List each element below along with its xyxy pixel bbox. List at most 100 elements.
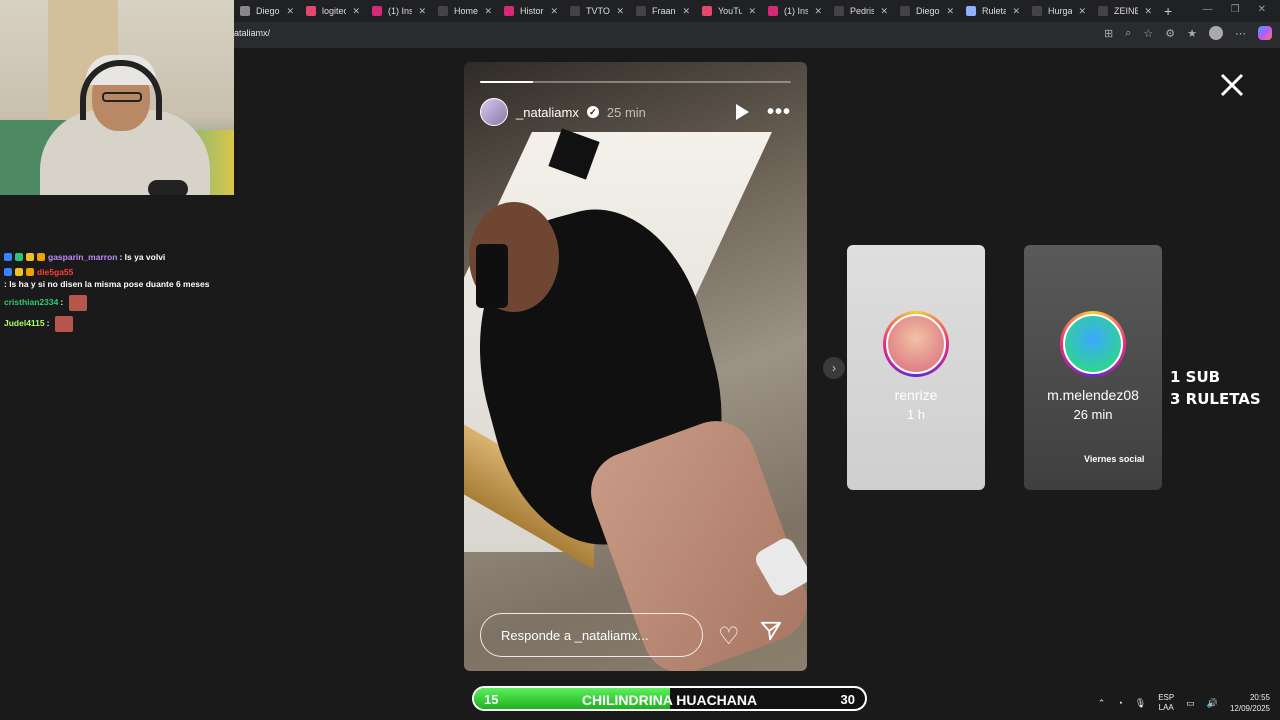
browser-tab[interactable]: TVTOP ✕: [564, 0, 630, 22]
minimize-icon[interactable]: —: [1203, 4, 1213, 15]
chat-username[interactable]: die5ga55: [37, 267, 73, 277]
verified-badge-icon: ✓: [586, 106, 599, 118]
browser-tab[interactable]: YouTub ✕: [696, 0, 762, 22]
close-story-icon[interactable]: [1219, 72, 1245, 98]
browser-tab[interactable]: Ruleta ✕: [960, 0, 1026, 22]
chat-badge-icon: [26, 253, 34, 262]
chat-message: die5ga55 : ls ha y si no disen la misma p…: [4, 267, 234, 289]
close-tab-icon[interactable]: ✕: [880, 6, 888, 17]
chat-emote-icon: [55, 315, 74, 332]
chat-username[interactable]: gasparin_marron: [48, 252, 117, 262]
browser-tab[interactable]: logitec ✕: [300, 0, 366, 22]
like-heart-icon[interactable]: ♡: [718, 622, 740, 651]
maximize-icon[interactable]: ❐: [1231, 4, 1240, 15]
more-options-icon[interactable]: •••: [767, 102, 791, 122]
tab-favicon-icon: [702, 6, 712, 16]
tab-favicon-icon: [570, 6, 580, 16]
promo-line-1: 1 SUB: [1170, 368, 1221, 386]
clock[interactable]: 20:55 12/09/2025: [1230, 692, 1270, 714]
tab-label: Hurgan: [1048, 6, 1073, 16]
microphone: [148, 180, 188, 195]
browser-tab[interactable]: Fraanc ✕: [630, 0, 696, 22]
zoom-icon[interactable]: ⌕: [1125, 27, 1131, 40]
preview-time: 1 h: [906, 407, 926, 422]
chat-text: : ls ya volvi: [119, 252, 166, 262]
reply-input[interactable]: Responde a _nataliamx...: [480, 613, 703, 657]
extensions-icon[interactable]: ⚙: [1165, 27, 1175, 40]
story-viewer[interactable]: _nataliamx ✓ 25 min ••• Responde a _nata…: [464, 62, 807, 671]
chat-badge-icon: [4, 268, 12, 277]
tab-label: logitec: [322, 6, 347, 16]
close-tab-icon[interactable]: ✕: [814, 6, 822, 17]
story-preview-renrize[interactable]: renrize 1 h: [847, 245, 985, 490]
copilot-icon[interactable]: [1258, 26, 1272, 40]
chat-text: : ls ha y si no disen la misma pose duan…: [4, 279, 210, 290]
next-story-arrow[interactable]: ›: [823, 357, 845, 379]
chat-username[interactable]: Judel4115: [4, 318, 45, 328]
close-tab-icon[interactable]: ✕: [286, 6, 294, 17]
tab-favicon-icon: [240, 6, 250, 16]
browser-tab[interactable]: Hurgan ✕: [1026, 0, 1092, 22]
close-tab-icon[interactable]: ✕: [418, 6, 426, 17]
story-avatar[interactable]: [480, 98, 508, 126]
close-window-icon[interactable]: ✕: [1258, 4, 1266, 15]
chat-username[interactable]: cristhian2334: [4, 297, 58, 307]
system-tray: ⌃ ◔ 🎙 ESP LAA ▭ 🔊 20:55 12/09/2025: [1098, 692, 1270, 714]
sub-goal-bar: 15 CHILINDRINA HUACHANA 30: [472, 686, 867, 711]
volume-icon[interactable]: 🔊: [1207, 698, 1218, 709]
wifi-icon[interactable]: ◔: [1117, 698, 1122, 708]
goal-title: CHILINDRINA HUACHANA: [581, 692, 758, 708]
favorite-star-icon[interactable]: ☆: [1143, 27, 1153, 40]
chat-text: :: [60, 297, 64, 308]
browser-tab[interactable]: (1) Inst ✕: [762, 0, 828, 22]
close-tab-icon[interactable]: ✕: [550, 6, 558, 17]
tab-favicon-icon: [966, 6, 976, 16]
story-username[interactable]: _nataliamx: [516, 105, 579, 120]
story-preview-avatar: [1060, 311, 1126, 377]
browser-tab[interactable]: ZEINE ✕: [1092, 0, 1158, 22]
close-tab-icon[interactable]: ✕: [352, 6, 360, 17]
page-scrollbar[interactable]: [1270, 48, 1280, 688]
story-preview-melendez[interactable]: m.melendez08 26 min Viernes social: [1024, 245, 1162, 490]
chat-message: cristhian2334:: [4, 294, 234, 311]
goal-target: 30: [840, 692, 855, 707]
close-tab-icon[interactable]: ✕: [616, 6, 624, 17]
tab-favicon-icon: [900, 6, 910, 16]
close-tab-icon[interactable]: ✕: [1012, 6, 1020, 17]
play-icon[interactable]: [735, 104, 749, 120]
language-indicator[interactable]: ESP LAA: [1158, 693, 1174, 713]
browser-tab[interactable]: Historia ✕: [498, 0, 564, 22]
tab-favicon-icon: [438, 6, 448, 16]
display-icon[interactable]: ▭: [1186, 698, 1195, 709]
chat-badge-icon: [4, 253, 12, 262]
close-tab-icon[interactable]: ✕: [946, 6, 954, 17]
tab-label: (1) Inst: [388, 6, 413, 16]
story-progress-bar: [480, 81, 791, 83]
tab-favicon-icon: [834, 6, 844, 16]
tab-favicon-icon: [1032, 6, 1042, 16]
tab-favicon-icon: [306, 6, 316, 16]
mic-icon[interactable]: 🎙: [1135, 698, 1146, 709]
send-icon[interactable]: [760, 620, 782, 642]
new-tab-button[interactable]: +: [1164, 3, 1172, 19]
close-tab-icon[interactable]: ✕: [484, 6, 492, 17]
browser-tab[interactable]: Diego ✕: [234, 0, 300, 22]
favorites-icon[interactable]: ★: [1187, 27, 1197, 40]
browser-tab[interactable]: (1) Inst ✕: [366, 0, 432, 22]
chevron-up-icon[interactable]: ⌃: [1098, 698, 1106, 709]
close-tab-icon[interactable]: ✕: [682, 6, 690, 17]
browser-tab[interactable]: Pedriss ✕: [828, 0, 894, 22]
close-tab-icon[interactable]: ✕: [1078, 6, 1086, 17]
tab-label: Historia: [520, 6, 544, 16]
url-field[interactable]: ataliamx/: [234, 28, 270, 38]
close-tab-icon[interactable]: ✕: [748, 6, 756, 17]
tab-favicon-icon: [636, 6, 646, 16]
browser-tab[interactable]: Diego ✕: [894, 0, 960, 22]
stream-chat: gasparin_marron: ls ya volvi die5ga55 : ls…: [4, 252, 234, 337]
profile-avatar[interactable]: [1209, 26, 1223, 40]
apps-icon[interactable]: ⊞: [1104, 27, 1113, 40]
close-tab-icon[interactable]: ✕: [1144, 6, 1152, 17]
menu-dots-icon[interactable]: ⋯: [1235, 27, 1246, 40]
browser-tab[interactable]: Home ✕: [432, 0, 498, 22]
tab-label: Fraanc: [652, 6, 676, 16]
